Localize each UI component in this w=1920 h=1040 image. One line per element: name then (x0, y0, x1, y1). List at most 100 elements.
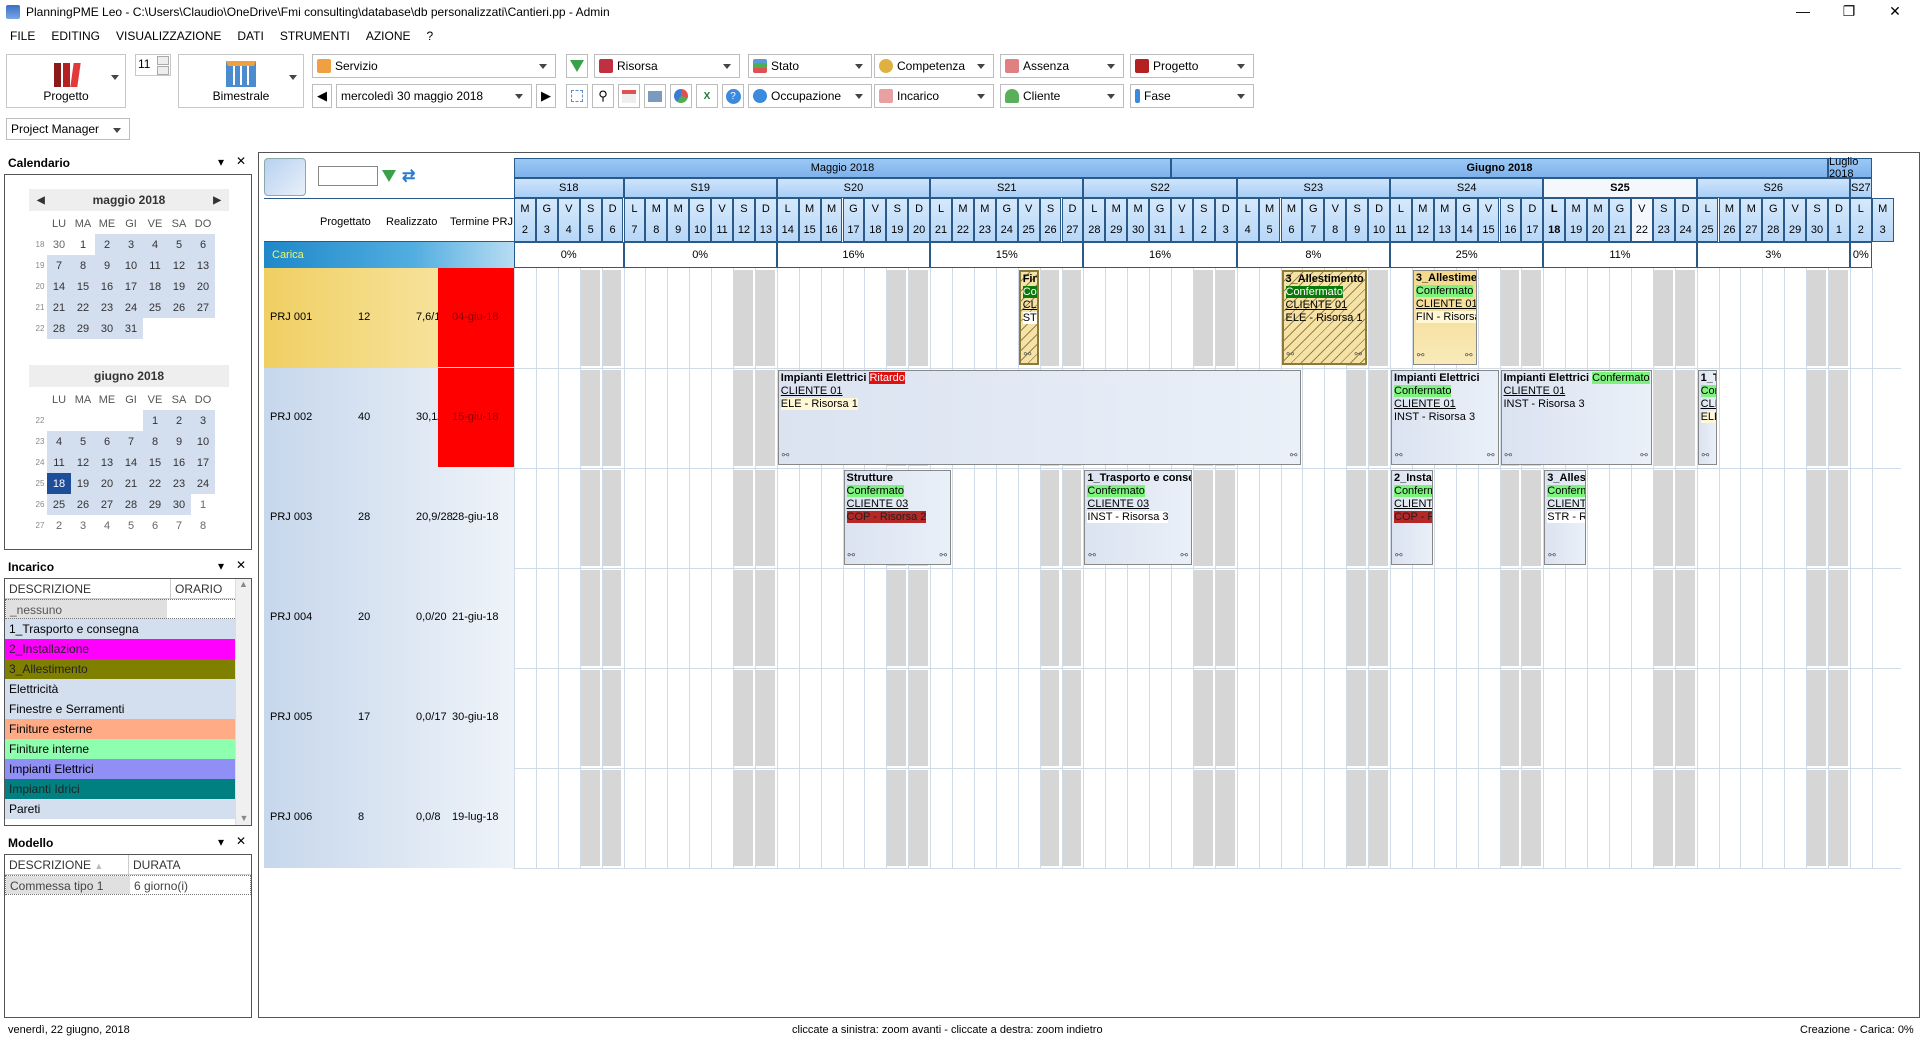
spin-down-icon[interactable] (157, 66, 169, 75)
calendar-day[interactable]: 14 (119, 452, 143, 473)
day-header[interactable]: G 14 (1455, 198, 1478, 242)
spinner-input[interactable]: 11 (135, 54, 171, 76)
calendar-day[interactable]: 30 (95, 318, 119, 339)
chart-button[interactable] (670, 84, 692, 108)
day-header[interactable]: D6 (601, 198, 624, 242)
day-header[interactable]: D 27 (1061, 198, 1084, 242)
day-header[interactable]: S2 (1192, 198, 1215, 242)
day-header[interactable]: L 28 (1083, 198, 1106, 242)
link-icon[interactable]: ⚯ (1465, 349, 1473, 362)
calendar-day[interactable]: 1 (143, 410, 167, 431)
calendar-day[interactable]: 24 (119, 297, 143, 318)
day-header[interactable]: M 27 (1740, 198, 1763, 242)
calendar-day[interactable]: 21 (119, 473, 143, 494)
column-header[interactable]: DESCRIZIONE ▲ (5, 855, 129, 874)
day-header[interactable]: L 11 (1390, 198, 1412, 242)
scrollbar[interactable]: ▲ ▼ (235, 579, 251, 825)
day-header[interactable]: L2 (1849, 198, 1872, 242)
chevron-down-icon[interactable] (289, 75, 297, 80)
day-header[interactable]: M 20 (1587, 198, 1609, 242)
calendar-day[interactable]: 17 (191, 452, 215, 473)
day-header[interactable]: S 26 (1039, 198, 1062, 242)
panel-menu-icon[interactable]: ▾ (218, 155, 224, 169)
menu-help[interactable]: ? (427, 29, 434, 43)
minimize-button[interactable]: — (1780, 0, 1826, 22)
day-header[interactable]: S 16 (1499, 198, 1522, 242)
calendar-day[interactable]: 6 (143, 515, 167, 536)
calendar-day[interactable]: 9 (167, 431, 191, 452)
day-header[interactable]: D1 (1828, 198, 1850, 242)
prev-month-icon[interactable]: ◀ (37, 195, 45, 206)
calendar-day[interactable]: 23 (167, 473, 191, 494)
menu-file[interactable]: FILE (10, 29, 35, 43)
link-icon[interactable]: ⚯ (1287, 348, 1295, 361)
link-icon[interactable]: ⚯ (1505, 449, 1513, 462)
calendar-day[interactable]: 19 (71, 473, 95, 494)
calendar-day[interactable]: 23 (95, 297, 119, 318)
calendar-day[interactable]: 11 (47, 452, 71, 473)
day-header[interactable]: G3 (535, 198, 558, 242)
incarico-item[interactable]: 2_Installazione (5, 639, 237, 659)
search-button[interactable]: ⚲ (592, 84, 614, 108)
menu-visualizzazione[interactable]: VISUALIZZAZIONE (116, 29, 221, 43)
incarico-item[interactable]: Finestre e Serramenti (5, 699, 237, 719)
calendar-dropdown-icon[interactable] (515, 94, 523, 99)
panel-menu-icon[interactable]: ▾ (218, 559, 224, 573)
menu-strumenti[interactable]: STRUMENTI (280, 29, 350, 43)
day-header[interactable]: G 31 (1149, 198, 1171, 242)
task-client[interactable]: CLIENTE 01 (1701, 398, 1717, 411)
calendar-day[interactable]: 25 (47, 494, 71, 515)
day-header[interactable]: S 30 (1806, 198, 1828, 242)
calendar-day[interactable]: 28 (119, 494, 143, 515)
day-header[interactable]: G7 (1302, 198, 1325, 242)
day-header[interactable]: L7 (623, 198, 646, 242)
column-header[interactable]: ORARIO (171, 579, 237, 598)
link-icon[interactable]: ⚯ (1024, 348, 1032, 361)
occupazione-select[interactable]: Occupazione (748, 84, 872, 108)
day-header[interactable]: M 12 (1411, 198, 1434, 242)
calendar-day[interactable]: 8 (191, 515, 215, 536)
incarico-item[interactable]: Finiture esterne (5, 719, 237, 739)
panel-menu-icon[interactable]: ▾ (218, 835, 224, 849)
calendar-day[interactable]: 2 (47, 515, 71, 536)
calendar-day[interactable]: 5 (119, 515, 143, 536)
task-client[interactable]: CLIENTE 01 (1416, 298, 1476, 311)
project-row[interactable]: PRJ 005 17 0,0/17 30-giu-18 (264, 668, 514, 768)
calendar-day[interactable]: 29 (71, 318, 95, 339)
task-bar[interactable]: Strutture Confermato CLIENTE 03 COP - Riso… (843, 470, 951, 565)
day-header[interactable]: V8 (1324, 198, 1347, 242)
calendar-day[interactable]: 7 (167, 515, 191, 536)
incarico-item[interactable]: Impianti Idrici (5, 779, 237, 799)
task-client[interactable]: CLIENTE 01 (1394, 398, 1496, 411)
day-header[interactable]: M 23 (973, 198, 996, 242)
day-header[interactable]: M5 (1258, 198, 1281, 242)
column-header[interactable]: DURATA (129, 855, 249, 874)
fase-select[interactable]: Fase (1130, 84, 1254, 108)
calendar-day[interactable]: 16 (167, 452, 191, 473)
calendar-day[interactable]: 15 (71, 276, 95, 297)
day-header[interactable]: S 19 (886, 198, 909, 242)
period-button[interactable]: Bimestrale (178, 54, 304, 108)
day-header[interactable]: D 10 (1368, 198, 1390, 242)
servizio-select[interactable]: Servizio (312, 54, 556, 78)
incarico-select[interactable]: Incarico (874, 84, 994, 108)
column-header[interactable]: DESCRIZIONE (5, 579, 171, 598)
task-client[interactable]: CLIENTE 01 (1504, 385, 1649, 398)
calendar-day[interactable]: 31 (119, 318, 143, 339)
link-icon[interactable]: ⚯ (1417, 349, 1425, 362)
column-realizzato[interactable]: Realizzato (386, 216, 437, 228)
calendar-day[interactable]: 29 (143, 494, 167, 515)
task-bar[interactable]: 3_Allestimento ConfermatoCLIENTE 01FIN -… (1412, 270, 1477, 365)
incarico-item[interactable]: 3_Allestimento (5, 659, 237, 679)
day-header[interactable]: L4 (1236, 198, 1259, 242)
calendar-day[interactable]: 18 (47, 473, 71, 494)
day-header[interactable]: M3 (1871, 198, 1894, 242)
day-header[interactable]: M 30 (1127, 198, 1150, 242)
incarico-item[interactable]: Pareti (5, 799, 237, 819)
project-row[interactable]: PRJ 004 20 0,0/20 21-giu-18 (264, 568, 514, 668)
incarico-item[interactable]: Finiture interne (5, 739, 237, 759)
calendar-day[interactable]: 2 (95, 234, 119, 255)
day-header[interactable]: M 13 (1433, 198, 1456, 242)
link-icon[interactable]: ⚯ (848, 549, 856, 562)
project-row[interactable]: PRJ 006 8 0,0/8 19-lug-18 (264, 768, 514, 868)
